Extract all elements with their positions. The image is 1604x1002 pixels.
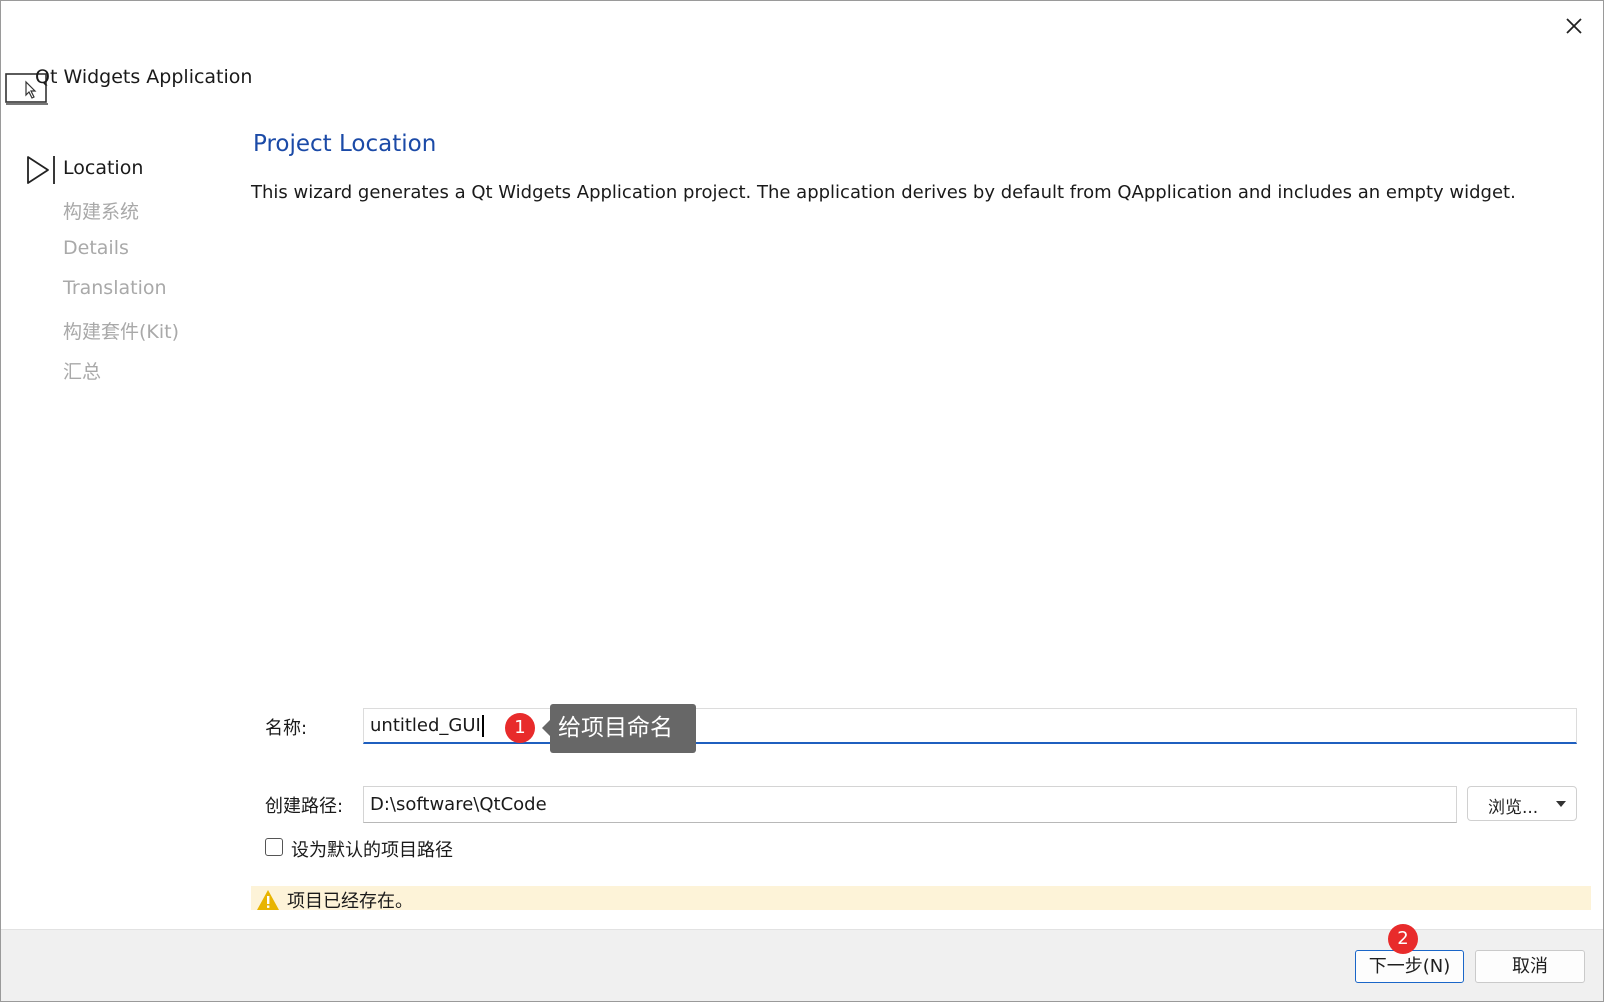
close-icon[interactable]	[1557, 9, 1591, 43]
cancel-button[interactable]: 取消	[1475, 950, 1585, 983]
window-title: Qt Widgets Application	[35, 66, 253, 88]
next-button[interactable]: 下一步(N)	[1355, 950, 1464, 983]
annotation-callout-pointer	[542, 720, 550, 736]
page-description: This wizard generates a Qt Widgets Appli…	[251, 182, 1516, 203]
step-kits: 构建套件(Kit)	[63, 321, 180, 343]
default-path-checkbox[interactable]	[265, 838, 283, 856]
annotation-badge-1: 1	[505, 713, 535, 743]
step-build-system: 构建系统	[63, 201, 140, 223]
warning-text: 项目已经存在。	[287, 891, 413, 912]
project-path-input[interactable]: D:\software\QtCode	[363, 786, 1457, 823]
name-label: 名称:	[265, 718, 308, 739]
step-location: Location	[63, 157, 144, 179]
warning-bar: 项目已经存在。	[251, 886, 1591, 912]
default-path-checkbox-label[interactable]: 设为默认的项目路径	[291, 836, 453, 862]
browse-button-label: 浏览...	[1488, 798, 1539, 818]
step-summary: 汇总	[63, 361, 102, 383]
title-bar: Qt Widgets Application	[1, 1, 1603, 111]
browse-button[interactable]: 浏览...	[1467, 786, 1577, 821]
annotation-callout-1: 给项目命名	[550, 704, 696, 753]
wizard-window: Qt Widgets Application Location 构建系统 Det…	[0, 0, 1604, 1002]
step-translation: Translation	[63, 277, 167, 299]
current-step-arrow-icon	[27, 156, 55, 184]
page-title: Project Location	[253, 131, 437, 157]
warning-icon	[257, 890, 279, 910]
project-name-value: untitled_GUI	[370, 715, 481, 736]
annotation-badge-2: 2	[1388, 924, 1418, 954]
path-label: 创建路径:	[265, 796, 344, 817]
step-details: Details	[63, 237, 129, 259]
chevron-down-icon[interactable]	[1556, 801, 1566, 807]
text-caret	[481, 715, 484, 737]
button-bar: 下一步(N) 取消	[1, 929, 1603, 1001]
